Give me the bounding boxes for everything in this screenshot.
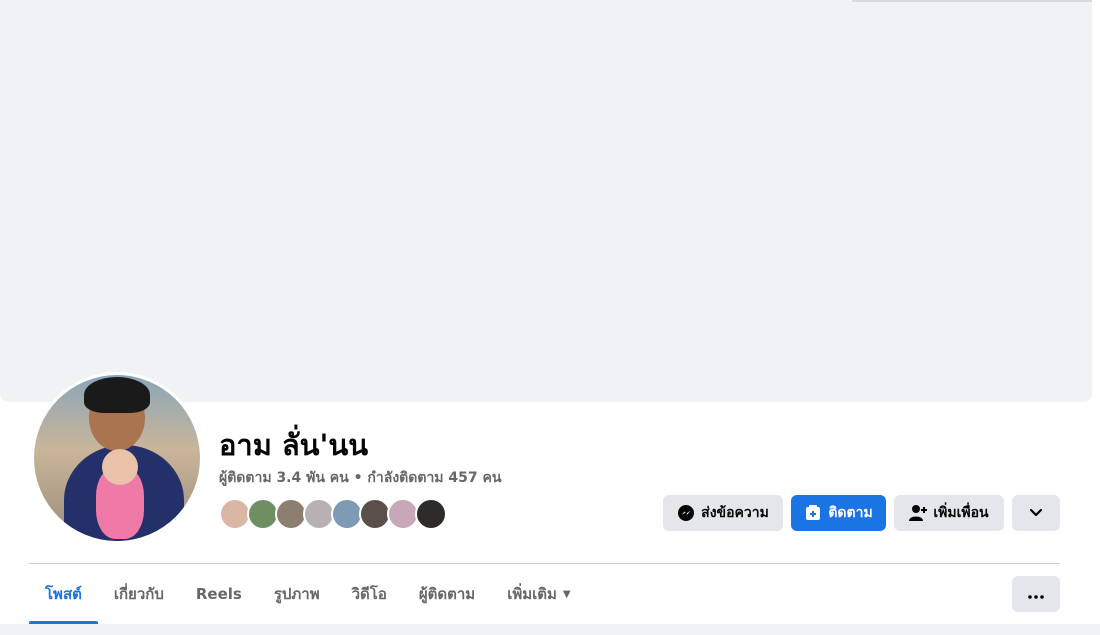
tab-label: โพสต์: [45, 585, 82, 603]
cover-edge-line: [852, 0, 1092, 2]
profile-options-dropdown[interactable]: [1012, 495, 1060, 531]
friend-avatar[interactable]: [415, 498, 447, 530]
follow-button-label: ติดตาม: [828, 504, 873, 520]
friend-avatar-list: [219, 498, 447, 532]
add-friend-button-label: เพิ่มเพื่อน: [933, 504, 989, 520]
profile-avatar[interactable]: [31, 372, 203, 544]
avatar-figure-baby-head: [102, 449, 138, 485]
tab-about[interactable]: เกี่ยวกับ: [98, 564, 180, 624]
tab-label: เพิ่มเติม: [507, 585, 557, 603]
add-friend-button[interactable]: เพิ่มเพื่อน: [894, 495, 1004, 531]
tab-label: รูปภาพ: [273, 585, 320, 603]
add-friend-icon: [909, 504, 928, 522]
tab-photos[interactable]: รูปภาพ: [258, 564, 336, 624]
cover-photo-area[interactable]: [0, 0, 1092, 402]
tab-more[interactable]: เพิ่มเติม ▼: [491, 564, 586, 624]
tab-label: ผู้ติดตาม: [418, 585, 476, 603]
tab-label: Reels: [195, 585, 242, 603]
messenger-icon: [677, 504, 695, 522]
profile-tabs: โพสต์ เกี่ยวกับ Reels รูปภาพ วิดีโอ ผู้ต…: [29, 564, 587, 624]
tab-videos[interactable]: วิดีโอ: [336, 564, 403, 624]
message-button[interactable]: ส่งข้อความ: [663, 495, 783, 531]
caret-down-icon: ▼: [562, 588, 571, 600]
follow-icon: [804, 504, 822, 522]
more-options-button[interactable]: [1012, 576, 1060, 612]
follow-button[interactable]: ติดตาม: [791, 495, 886, 531]
message-button-label: ส่งข้อความ: [701, 504, 769, 520]
tab-reels[interactable]: Reels: [180, 564, 258, 624]
tab-label: เกี่ยวกับ: [113, 585, 164, 603]
tab-posts[interactable]: โพสต์: [29, 564, 98, 624]
profile-stats[interactable]: ผู้ติดตาม 3.4 พัน คน • กำลังติดตาม 457 ค…: [219, 468, 501, 488]
page-background-strip: [0, 624, 1100, 635]
tab-followers[interactable]: ผู้ติดตาม: [403, 564, 491, 624]
avatar-figure-hair: [84, 377, 150, 413]
profile-name: อาม ลั่น'นน: [219, 428, 369, 462]
ellipsis-icon: [1028, 586, 1044, 602]
chevron-down-icon: [1029, 505, 1043, 521]
avatar-photo: [34, 375, 200, 541]
tab-label: วิดีโอ: [351, 585, 387, 603]
